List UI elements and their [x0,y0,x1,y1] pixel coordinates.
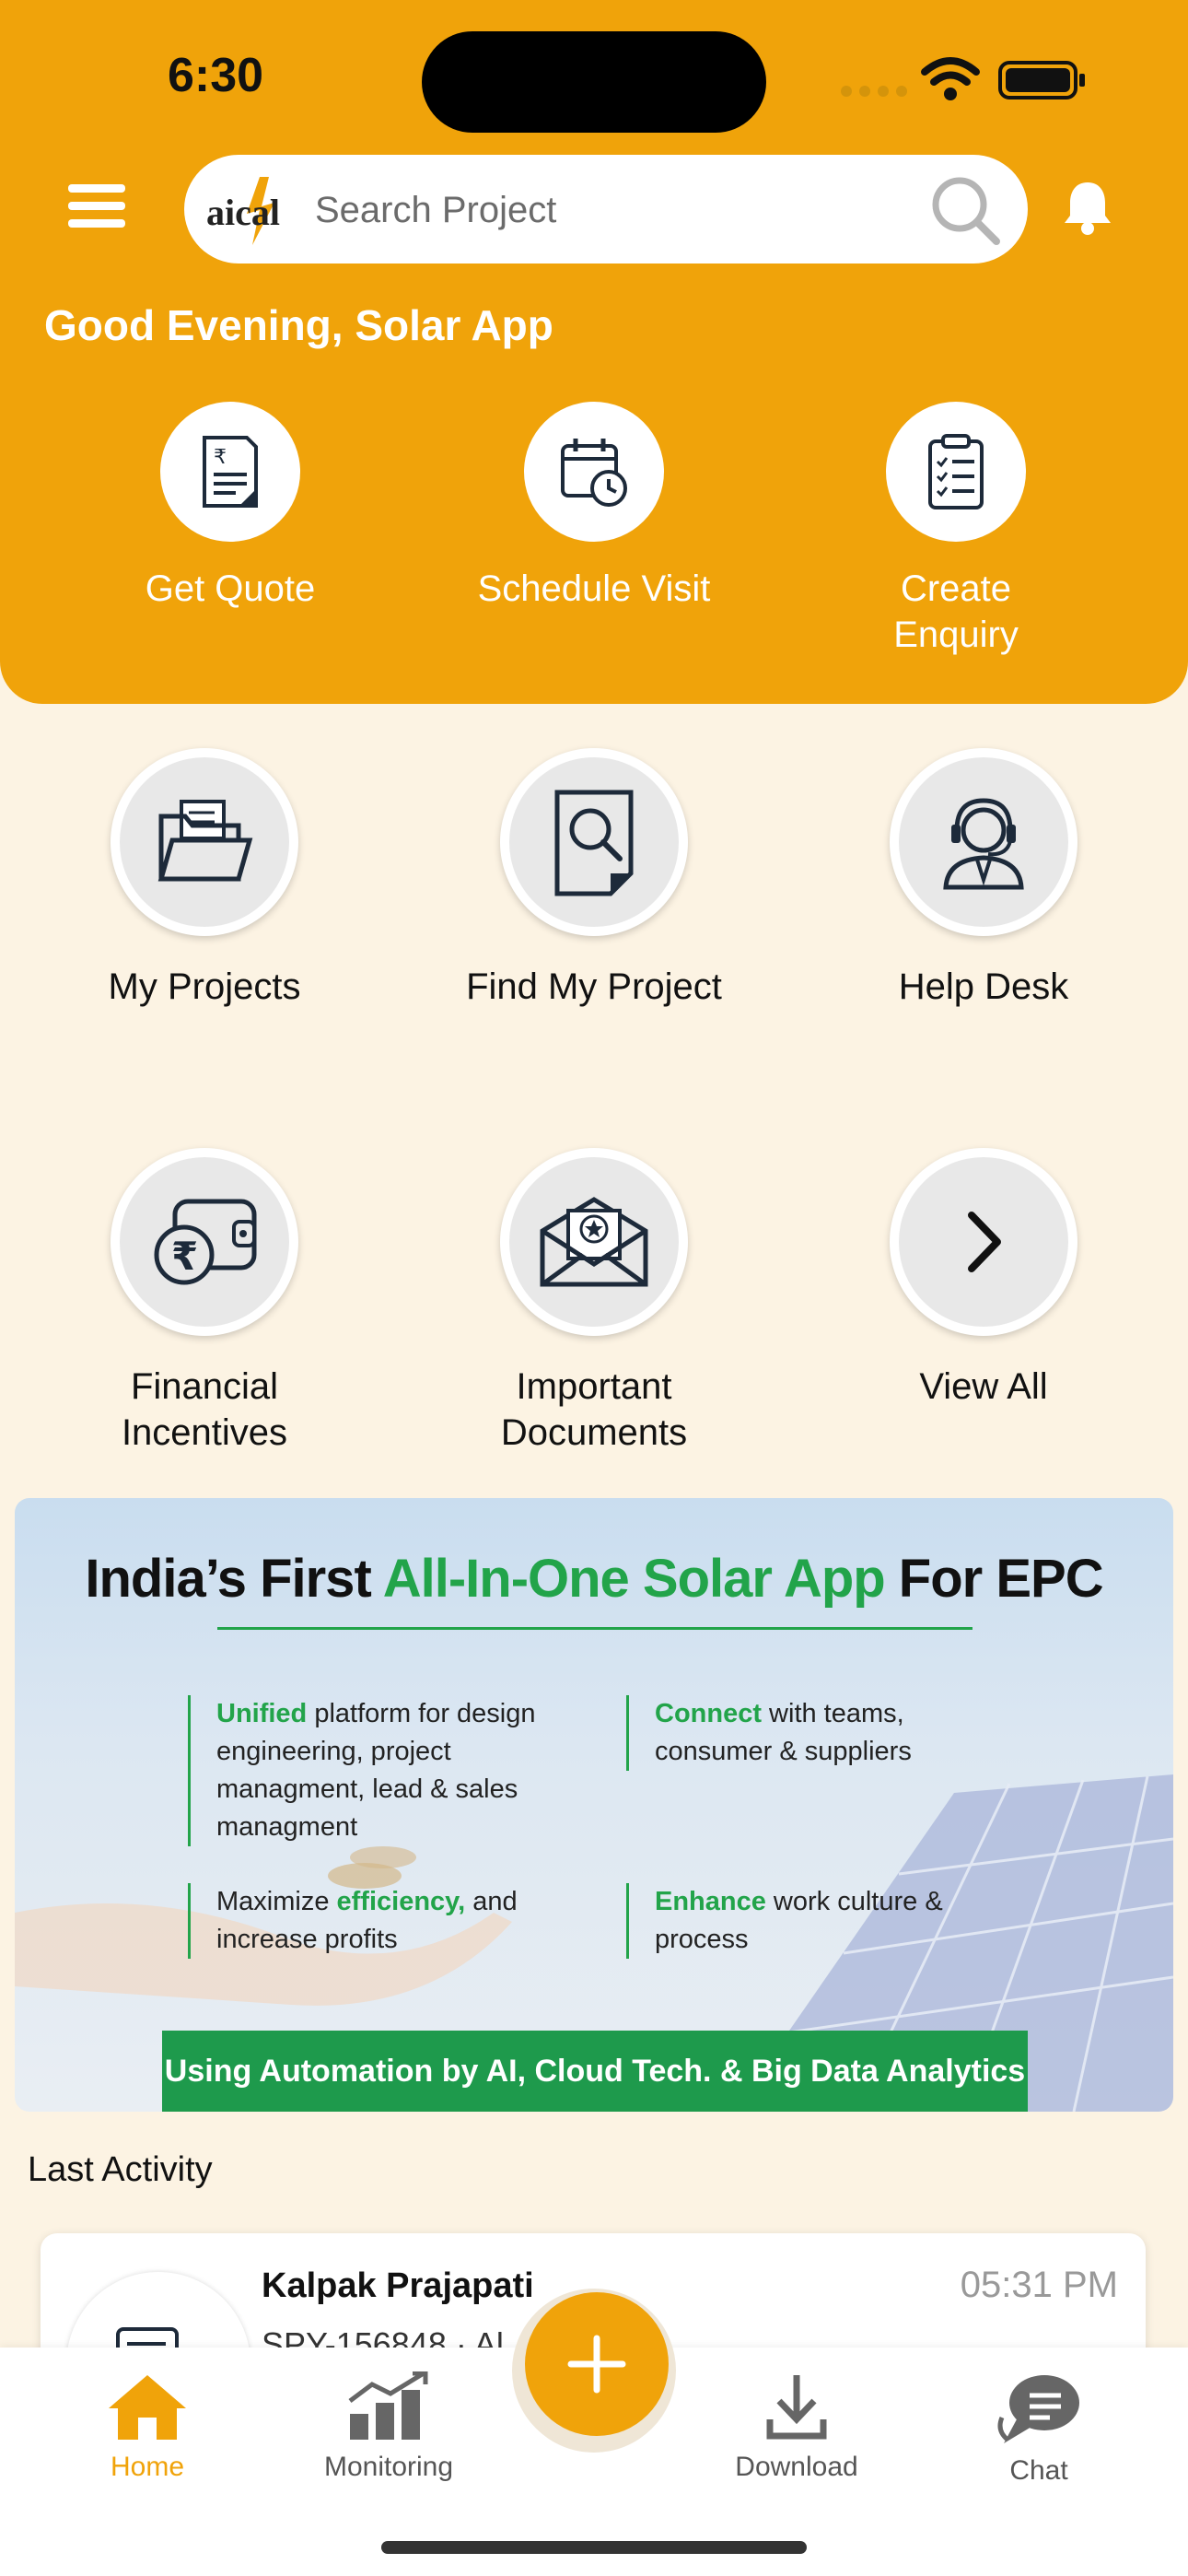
battery-icon [998,61,1085,100]
app-logo-icon: aical [206,177,280,245]
nav-chat-label: Chat [1009,2455,1068,2486]
promo-banner[interactable]: India’s First All-In-One Solar App For E… [15,1498,1173,2112]
nav-download[interactable]: Download [705,2371,889,2483]
banner-bullet-enhance: Enhance work culture & process [626,1883,1042,1959]
svg-text:₹: ₹ [214,446,227,469]
create-enquiry-button[interactable]: Create Enquiry [818,402,1094,658]
svg-text:₹: ₹ [171,1234,198,1279]
view-all-button[interactable]: View All [799,1148,1168,1410]
svg-text:aical: aical [206,192,280,233]
banner-strip: Using Automation by AI, Cloud Tech. & Bi… [162,2031,1028,2112]
home-icon [109,2375,186,2440]
financial-incentives-label: Financial Incentives [121,1366,288,1453]
document-search-icon [554,790,634,896]
quote-document-icon: ₹ [203,436,258,508]
chevron-right-icon [968,1212,1001,1272]
greeting-text: Good Evening, Solar App [44,301,553,349]
support-agent-icon [943,798,1024,890]
schedule-visit-label: Schedule Visit [477,568,711,609]
help-desk-button[interactable]: Help Desk [799,748,1168,1010]
find-my-project-button[interactable]: Find My Project [410,748,778,1010]
banner-divider [217,1627,973,1630]
create-enquiry-label: Create Enquiry [893,568,1019,655]
add-button[interactable] [525,2292,669,2436]
bar-chart-icon [348,2371,428,2440]
folder-icon [157,800,253,882]
search-input[interactable] [313,173,906,247]
nav-monitoring[interactable]: Monitoring [297,2371,481,2483]
get-quote-label: Get Quote [145,568,316,609]
wallet-rupee-icon: ₹ [154,1199,257,1285]
banner-bullet-unified: Unified platform for design engineering,… [188,1695,576,1846]
schedule-visit-button[interactable]: Schedule Visit [456,402,732,612]
status-time: 6:30 [168,49,264,102]
banner-bullet-connect: Connect with teams, consumer & suppliers [626,1695,1023,1771]
calendar-clock-icon [561,439,627,507]
search-bar[interactable]: aical [184,155,1028,263]
last-activity-title: Last Activity [28,2150,213,2189]
chat-icon [997,2375,1079,2443]
my-projects-label: My Projects [108,966,301,1007]
search-icon[interactable] [928,173,1002,247]
wifi-icon [921,57,980,100]
nav-home[interactable]: Home [55,2371,239,2483]
view-all-label: View All [919,1366,1048,1407]
nav-monitoring-label: Monitoring [323,2452,454,2482]
clipboard-checklist-icon [928,434,984,509]
envelope-star-icon [540,1197,648,1287]
header: 6:30 aical Good Evening, Solar App [0,0,1188,704]
help-desk-label: Help Desk [898,966,1069,1007]
nav-home-label: Home [110,2452,185,2482]
cellular-signal-icon [841,86,907,97]
get-quote-button[interactable]: ₹ Get Quote [92,402,368,612]
banner-bullet-efficiency: Maximize efficiency, and increase profit… [188,1883,576,1959]
important-documents-label: Important Documents [500,1366,688,1453]
nav-download-label: Download [735,2452,858,2482]
plus-icon [567,2335,626,2394]
bell-icon[interactable] [1061,179,1114,236]
financial-incentives-button[interactable]: ₹ Financial Incentives [20,1148,389,1456]
find-my-project-label: Find My Project [466,966,722,1007]
home-indicator [381,2541,807,2554]
dynamic-island [422,31,766,133]
hamburger-menu-icon[interactable] [68,182,125,230]
nav-chat[interactable]: Chat [947,2371,1131,2487]
banner-title: India’s First All-In-One Solar App For E… [85,1549,1103,1609]
my-projects-button[interactable]: My Projects [20,748,389,1010]
download-icon [766,2375,827,2440]
activity-time: 05:31 PM [960,2265,1118,2305]
activity-name: Kalpak Prajapati [262,2266,534,2305]
important-documents-button[interactable]: Important Documents [410,1148,778,1456]
